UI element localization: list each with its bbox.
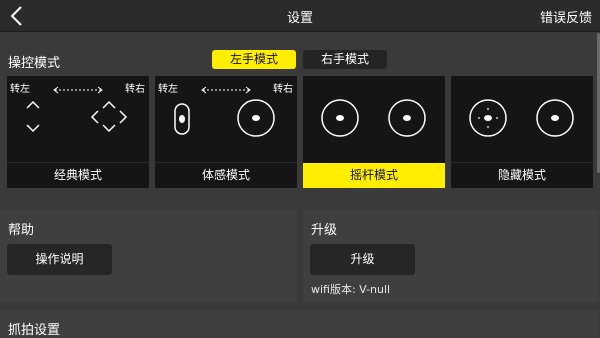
mode-label-joystick: 摇杆模式 (303, 163, 445, 188)
upgrade-panel: 升级 升级 wifi版本: V-null (303, 210, 598, 302)
capture-settings-panel[interactable]: 抓拍设置 (0, 310, 598, 338)
classic-arrows-icon (26, 86, 128, 133)
mode-label-hidden: 隐藏模式 (451, 162, 593, 188)
help-panel: 帮助 操作说明 (0, 210, 297, 302)
mode-card-classic[interactable]: 转左 转右 经典模式 (7, 76, 149, 188)
mode-card-hidden[interactable]: 隐藏模式 (451, 76, 593, 188)
mode-label-motion: 体感模式 (155, 162, 297, 188)
right-hand-mode-button[interactable]: 右手模式 (303, 50, 387, 69)
mode-card-joystick[interactable]: 摇杆模式 (303, 76, 445, 188)
top-bar: 设置 错误反馈 (0, 0, 600, 32)
control-mode-label: 操控模式 (8, 56, 61, 71)
wifi-version-text: wifi版本: V-null (311, 283, 391, 296)
mode-card-motion[interactable]: 转左 转右 体感模式 (155, 76, 297, 188)
motion-joystick-icon (174, 86, 275, 137)
error-feedback-button[interactable]: 错误反馈 (540, 7, 592, 26)
joystick-icon (321, 99, 426, 137)
left-hand-mode-button[interactable]: 左手模式 (212, 50, 296, 69)
upgrade-button[interactable]: 升级 (310, 244, 415, 275)
page-title: 设置 (286, 11, 313, 26)
hidden-joystick-icon (469, 99, 574, 137)
upgrade-title: 升级 (311, 223, 338, 238)
mode-label-classic: 经典模式 (7, 162, 149, 188)
help-title: 帮助 (8, 223, 35, 238)
capture-settings-title: 抓拍设置 (8, 323, 61, 338)
instructions-button[interactable]: 操作说明 (7, 244, 112, 275)
